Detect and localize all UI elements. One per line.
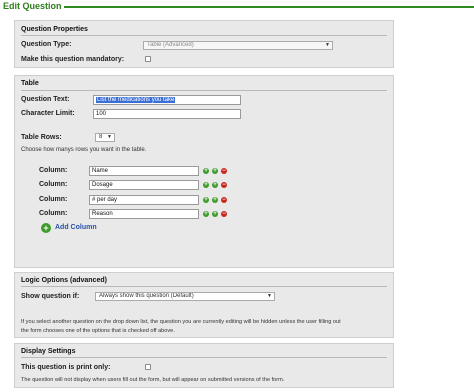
add-row-icon[interactable]: + — [203, 197, 209, 203]
column-input[interactable]: Reason — [89, 209, 199, 219]
show-question-if-select[interactable]: Always show this question (Default) ▼ — [95, 292, 275, 301]
question-properties-section: Question Properties Question Type: Table… — [14, 20, 394, 68]
remove-row-icon[interactable]: − — [221, 211, 227, 217]
add-row-icon[interactable]: + — [203, 168, 209, 174]
table-section: Table Question Text: List the medication… — [14, 75, 394, 268]
section-divider — [21, 286, 387, 287]
section-title: Question Properties — [21, 26, 88, 33]
section-title: Table — [21, 80, 39, 87]
column-input[interactable]: # per day — [89, 195, 199, 205]
column-label: Column: — [39, 181, 68, 188]
add-row-icon[interactable]: + — [212, 182, 218, 188]
column-input[interactable]: Name — [89, 166, 199, 176]
display-settings-section: Display Settings This question is print … — [14, 343, 394, 388]
column-label: Column: — [39, 167, 68, 174]
question-text-label: Question Text: — [21, 96, 70, 103]
question-type-value: Table (Advanced) — [147, 42, 194, 48]
character-limit-label: Character Limit: — [21, 110, 75, 117]
print-only-checkbox[interactable] — [145, 364, 151, 370]
dropdown-arrow-icon: ▼ — [325, 42, 330, 48]
table-rows-value: 8 — [99, 134, 103, 140]
dropdown-arrow-icon: ▼ — [267, 293, 272, 299]
section-divider — [21, 357, 387, 358]
column-label: Column: — [39, 210, 68, 217]
add-row-icon[interactable]: + — [212, 168, 218, 174]
question-type-select[interactable]: Table (Advanced) ▼ — [143, 41, 333, 50]
logic-options-section: Logic Options (advanced) Show question i… — [14, 272, 394, 338]
remove-row-icon[interactable]: − — [221, 197, 227, 203]
add-row-icon[interactable]: + — [212, 211, 218, 217]
section-divider — [21, 35, 387, 36]
add-column-icon[interactable]: + — [41, 223, 51, 233]
add-row-icon[interactable]: + — [212, 197, 218, 203]
page-header: Edit Question — [0, 0, 474, 14]
page-title: Edit Question — [3, 1, 62, 11]
column-label: Column: — [39, 196, 68, 203]
remove-row-icon[interactable]: − — [221, 168, 227, 174]
character-limit-input[interactable]: 100 — [93, 109, 241, 119]
show-question-if-label: Show question if: — [21, 293, 80, 300]
section-divider — [21, 90, 387, 91]
logic-note-line2: the form chooses one of the options that… — [21, 328, 175, 334]
print-only-note: The question will not display when users… — [21, 377, 285, 383]
show-question-if-value: Always show this question (Default) — [99, 293, 194, 299]
column-input[interactable]: Dosage — [89, 180, 199, 190]
section-title: Logic Options (advanced) — [21, 277, 107, 284]
logic-note-line1: If you select another question on the dr… — [21, 319, 341, 325]
section-title: Display Settings — [21, 348, 76, 355]
question-text-input[interactable]: List the medications you take — [93, 95, 241, 105]
header-rule — [64, 6, 474, 8]
table-rows-select[interactable]: 8 ▼ — [95, 133, 115, 142]
dropdown-arrow-icon: ▼ — [107, 134, 112, 140]
mandatory-checkbox[interactable] — [145, 56, 151, 62]
question-type-label: Question Type: — [21, 41, 72, 48]
mandatory-label: Make this question mandatory: — [21, 56, 125, 63]
table-rows-note: Choose how manys rows you want in the ta… — [21, 147, 147, 153]
table-rows-label: Table Rows: — [21, 134, 62, 141]
print-only-label: This question is print only: — [21, 364, 111, 371]
question-text-value: List the medications you take — [96, 97, 176, 103]
add-column-link[interactable]: Add Column — [55, 224, 97, 231]
add-row-icon[interactable]: + — [203, 182, 209, 188]
remove-row-icon[interactable]: − — [221, 182, 227, 188]
add-row-icon[interactable]: + — [203, 211, 209, 217]
